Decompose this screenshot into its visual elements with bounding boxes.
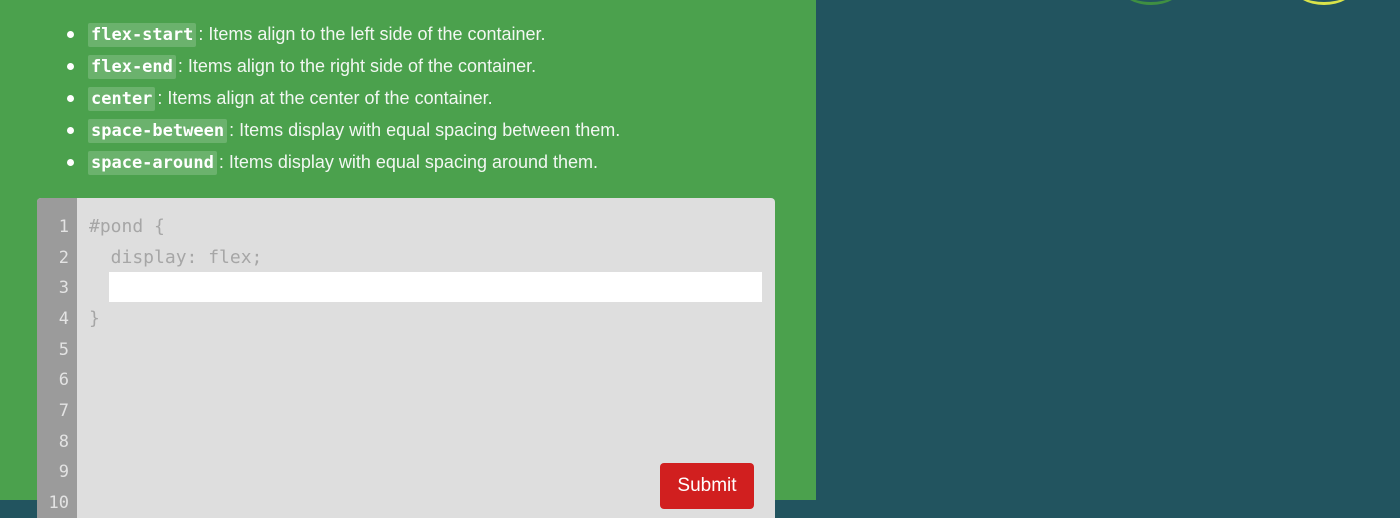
line-number: 9 bbox=[58, 462, 69, 482]
value-code: space-between bbox=[88, 119, 228, 143]
line-number: 6 bbox=[58, 370, 69, 390]
bullet-icon bbox=[67, 95, 74, 102]
line-number-gutter: 1 2 3 4 5 6 7 8 9 10 bbox=[37, 198, 77, 518]
bullet-icon bbox=[67, 31, 74, 38]
line-number: 1 bbox=[58, 217, 69, 237]
value-description: : Items display with equal spacing aroun… bbox=[218, 152, 599, 172]
value-code: flex-end bbox=[88, 55, 176, 79]
bullet-icon bbox=[67, 127, 74, 134]
list-item: space-around: Items display with equal s… bbox=[66, 147, 620, 179]
value-description: : Items align at the center of the conta… bbox=[157, 88, 493, 108]
value-code: flex-start bbox=[88, 23, 197, 47]
list-item: flex-start: Items align to the left side… bbox=[66, 19, 620, 51]
line-number: 5 bbox=[58, 340, 69, 360]
value-description: : Items align to the right side of the c… bbox=[177, 56, 537, 76]
line-number: 8 bbox=[58, 432, 69, 452]
line-number: 7 bbox=[58, 401, 69, 421]
line-number: 10 bbox=[48, 493, 69, 513]
css-answer-input[interactable] bbox=[109, 272, 762, 302]
line-number: 2 bbox=[58, 248, 69, 268]
value-code: space-around bbox=[88, 151, 217, 175]
list-item: center: Items align at the center of the… bbox=[66, 83, 620, 115]
instructions-panel: flex-start: Items align to the left side… bbox=[0, 0, 816, 518]
value-code: center bbox=[88, 87, 156, 111]
code-selector-line: #pond { bbox=[89, 216, 165, 237]
line-number: 4 bbox=[58, 309, 69, 329]
lilypad-icon bbox=[1121, 0, 1181, 5]
list-item: space-between: Items display with equal … bbox=[66, 115, 620, 147]
bullet-icon bbox=[67, 159, 74, 166]
code-display-line: display: flex; bbox=[89, 247, 263, 268]
value-description: : Items align to the left side of the co… bbox=[198, 24, 546, 44]
justify-content-values-list: flex-start: Items align to the left side… bbox=[66, 19, 620, 179]
pond-board bbox=[816, 0, 1400, 500]
list-item: flex-end: Items align to the right side … bbox=[66, 51, 620, 83]
code-closing-brace: } bbox=[89, 308, 100, 329]
bullet-icon bbox=[67, 63, 74, 70]
submit-button[interactable]: Submit bbox=[660, 463, 754, 509]
lilypad-icon bbox=[1294, 0, 1354, 5]
line-number: 3 bbox=[58, 278, 69, 298]
value-description: : Items display with equal spacing betwe… bbox=[229, 120, 621, 140]
css-editor: 1 2 3 4 5 6 7 8 9 10 #pond { display: fl… bbox=[37, 198, 775, 518]
